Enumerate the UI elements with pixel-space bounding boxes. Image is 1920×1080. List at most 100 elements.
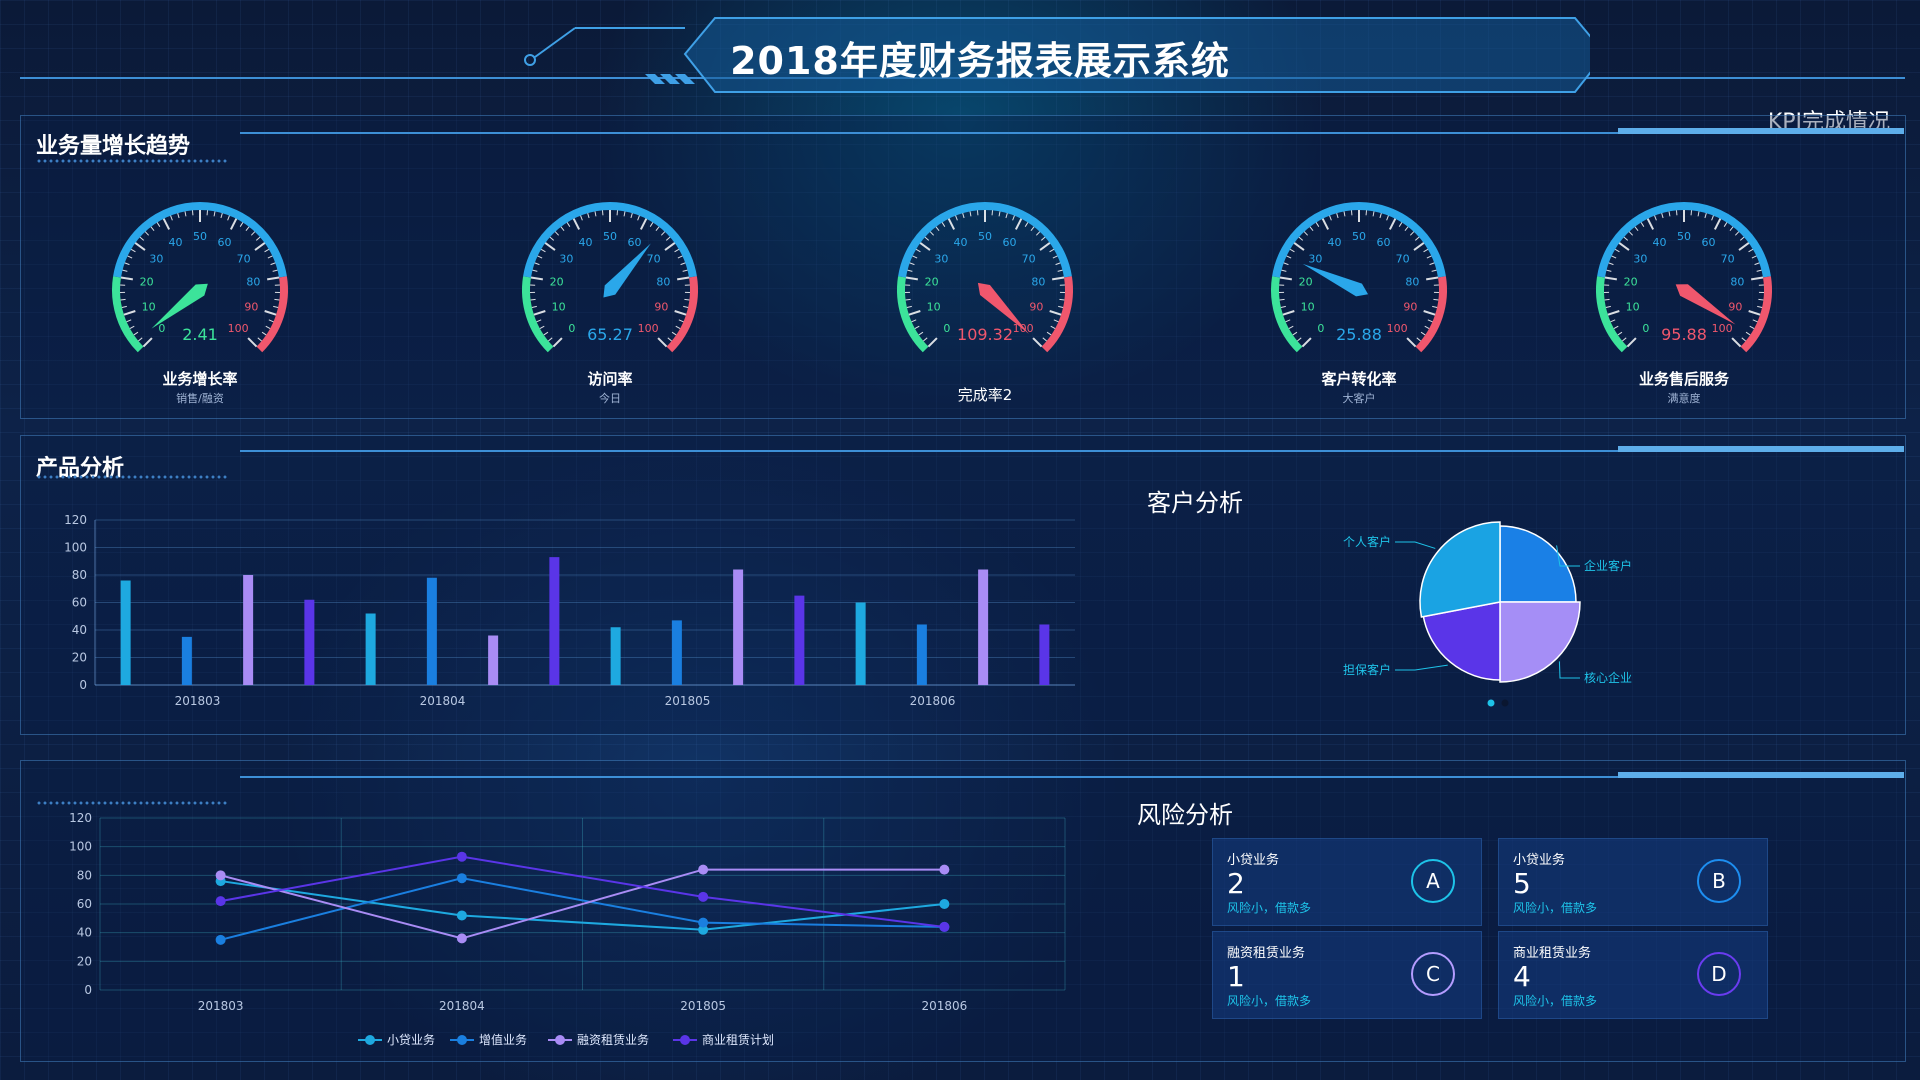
gauge-tick (1634, 226, 1639, 232)
gauge-tick-label: 10 (1301, 301, 1315, 314)
gauge-tick (1606, 269, 1612, 272)
gauge-tick-label: 10 (552, 301, 566, 314)
gauge-tick (1748, 248, 1754, 253)
gauge-tick-label: 50 (978, 230, 992, 243)
bar-y-tick-label: 60 (72, 596, 87, 610)
gauge-tick (1618, 242, 1630, 251)
bar-y-tick-label: 0 (79, 678, 87, 692)
risk-card-d[interactable]: 商业租赁业务 4 风险小，借款多 D (1498, 931, 1768, 1019)
gauge-tick (1668, 211, 1671, 217)
gauge-tick (1046, 331, 1052, 336)
customer-pie-chart: 企业客户核心企业 担保客户 个人客户 (1343, 521, 1632, 707)
line-point-2-2 (698, 864, 709, 875)
bar-201804-0 (365, 613, 376, 685)
gauge-tick (675, 325, 681, 329)
gauge-tick (1611, 255, 1617, 259)
gauge-tick (580, 215, 583, 221)
gauge-tick-label: 50 (603, 230, 617, 243)
gauge-tick (1052, 276, 1065, 281)
pie-leader-line (1395, 541, 1436, 549)
gauge-value: 2.41 (182, 325, 218, 344)
bar-x-tick-label: 201806 (910, 694, 956, 708)
legend-marker-0 (365, 1035, 375, 1045)
gauge-tick (1745, 331, 1751, 336)
gauge-pointer (151, 283, 208, 329)
gauge-tick (674, 248, 680, 253)
gauge-tick (998, 211, 1001, 217)
gauge-tick (1756, 269, 1762, 272)
gauge-tick (682, 269, 688, 272)
legend-label-1: 增值业务 (479, 1032, 527, 1047)
panel-topbar-accent (1618, 128, 1904, 134)
gauge-tick (1012, 215, 1015, 221)
title-dots (36, 474, 228, 480)
gauge-tick (1406, 337, 1417, 348)
gauge-tick (1420, 331, 1426, 336)
gauge-tick-label: 80 (1405, 276, 1419, 289)
gauge-tick (1431, 269, 1437, 272)
pie-slice-1 (1499, 601, 1581, 683)
gauge-tick (1282, 310, 1295, 316)
gauge-tick (907, 269, 913, 272)
gauge-tick (123, 310, 136, 316)
panel-topbar-accent (1618, 772, 1904, 778)
gauge-tick-label: 90 (1029, 301, 1043, 314)
gauge-tick (969, 211, 972, 217)
gauge-tick (134, 242, 146, 251)
gauge-tick (544, 242, 556, 251)
legend-marker-2 (555, 1035, 565, 1045)
gauge-tick-label: 50 (1677, 230, 1691, 243)
gauge-tick (549, 236, 555, 241)
gauge-tick (639, 218, 648, 230)
gauge-sub-3: 大客户 (1342, 392, 1376, 405)
gauge-tick (623, 211, 626, 217)
gauge-tick (1423, 248, 1429, 253)
line-y-tick-label: 0 (84, 983, 92, 997)
gauge-tick (1053, 319, 1059, 323)
gauge-tick (170, 215, 173, 221)
risk-card-c[interactable]: 融资租赁业务 1 风险小，借款多 C (1212, 931, 1482, 1019)
gauge-tick-label: 70 (1721, 252, 1735, 265)
risk-card-name: 商业租赁业务 (1513, 946, 1592, 961)
product-bar-chart: 0 20 40 60 80 100 120 201803 201804 201805 201806 (64, 513, 1075, 708)
gauge-tick-label: 0 (943, 322, 950, 335)
risk-card-a[interactable]: 小贷业务 2 风险小，借款多 A (1212, 838, 1482, 926)
gauge-tick (677, 255, 683, 259)
gauge-tick-label: 0 (158, 322, 165, 335)
gauge-tick (908, 310, 921, 316)
gauge-tick (1281, 269, 1287, 272)
gauge-tick (1432, 305, 1438, 308)
gauge-tick (572, 218, 581, 230)
gauge-tick-label: 60 (628, 236, 642, 249)
gauge-tick (1050, 325, 1056, 329)
bar-201804-3 (549, 557, 560, 685)
pager-dot (1501, 699, 1509, 707)
gauge-tick (142, 337, 153, 348)
gauge-tick (120, 298, 126, 301)
gauge-tick-label: 80 (1031, 276, 1045, 289)
legend-label-3: 商业租赁计划 (702, 1032, 774, 1047)
bar-201803-1 (181, 636, 192, 685)
gauge-tick (935, 226, 940, 232)
gauge-tick (124, 262, 130, 266)
pager-dot-active (1487, 699, 1495, 707)
gauge-tick (1055, 262, 1061, 266)
gauge-tick (1416, 337, 1421, 342)
gauge-tick (126, 319, 132, 323)
line-x-tick-label: 201805 (680, 999, 726, 1013)
gauge-tick (1711, 215, 1714, 221)
gauge-pointer (603, 243, 651, 298)
gauge-tick (1731, 337, 1742, 348)
gauge-tick (1757, 305, 1763, 308)
line-y-tick-label: 100 (69, 840, 92, 854)
gauge-tick (162, 218, 171, 230)
gauge-tick (1058, 305, 1064, 308)
gauge-tick (1734, 231, 1740, 236)
gauge-tick (914, 325, 920, 329)
legend-label-0: 小贷业务 (387, 1032, 435, 1047)
gauge-tick (250, 231, 256, 236)
gauge-tick (905, 276, 918, 281)
risk-card-b[interactable]: 小贷业务 5 风险小，借款多 B (1498, 838, 1768, 926)
gauge-label-2: 完成率2 (957, 386, 1013, 404)
gauge-tick (1030, 226, 1035, 232)
